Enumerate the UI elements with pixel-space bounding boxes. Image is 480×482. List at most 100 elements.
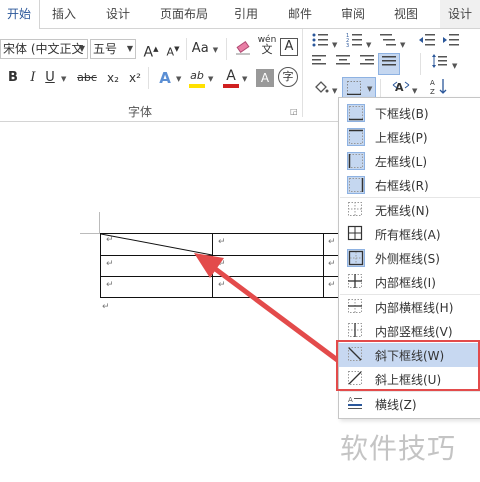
tab-mailings[interactable]: 邮件 <box>280 0 320 28</box>
menu-item-inside-borders[interactable]: 内部框线(I) <box>339 270 480 294</box>
menu-item-inside-horizontal[interactable]: 内部横框线(H) <box>339 295 480 319</box>
tab-table-design[interactable]: 设计 <box>440 0 480 28</box>
menu-item-label: 无框线(N) <box>375 204 430 218</box>
line-spacing-button[interactable] <box>428 53 450 75</box>
separator <box>420 53 421 75</box>
shrink-font-label: A <box>166 45 175 59</box>
align-right-button[interactable] <box>356 53 378 75</box>
crop-mark <box>80 233 100 234</box>
menu-item-horizontal-line[interactable]: A 横线(Z) <box>339 392 480 416</box>
clear-format-button[interactable] <box>232 38 254 60</box>
menu-item-label: 内部横框线(H) <box>375 301 454 315</box>
superscript-button[interactable]: x² <box>124 67 146 89</box>
menu-item-label: 所有框线(A) <box>375 228 441 242</box>
align-center-icon <box>336 55 350 65</box>
separator <box>226 38 227 60</box>
sort-icon: AZ <box>430 79 447 96</box>
chevron-down-icon: ▼ <box>78 44 85 53</box>
menu-item-all-borders[interactable]: 所有框线(A) <box>339 222 480 246</box>
align-center-button[interactable] <box>332 53 354 75</box>
borders-icon <box>347 81 361 95</box>
menu-item-no-border[interactable]: 无框线(N) <box>339 198 480 222</box>
chevron-down-icon[interactable]: ▼ <box>332 41 337 49</box>
text-effects-button[interactable]: A <box>154 67 176 89</box>
bullet-list-icon <box>312 33 328 47</box>
phonetic-guide-button[interactable]: wén 文 <box>256 35 278 57</box>
menu-item-left-border[interactable]: 左框线(L) <box>339 149 480 173</box>
menu-item-label: 横线(Z) <box>375 398 417 412</box>
italic-button[interactable]: I <box>22 67 44 89</box>
group-divider <box>302 29 303 117</box>
align-right-icon <box>360 55 374 65</box>
tab-home[interactable]: 开始 <box>0 0 40 30</box>
cell-mark: ↵ <box>106 259 114 269</box>
justify-icon <box>382 56 396 66</box>
text-effects-label: A <box>159 69 171 87</box>
menu-item-label: 左框线(L) <box>375 155 428 169</box>
font-color-label: A <box>226 68 236 84</box>
grow-font-button[interactable]: A▲ <box>140 38 162 61</box>
top-border-icon <box>347 128 365 146</box>
chevron-down-icon[interactable]: ▼ <box>412 87 417 95</box>
numbering-button[interactable]: 123 <box>344 33 364 55</box>
chevron-down-icon: ▼ <box>126 44 133 53</box>
increase-indent-button[interactable] <box>440 33 462 55</box>
shading-button[interactable] <box>310 79 332 101</box>
character-border-button[interactable]: A <box>280 38 298 56</box>
chevron-down-icon[interactable]: ▼ <box>400 41 405 49</box>
annotation-highlight-box <box>336 340 480 391</box>
font-size-combo[interactable]: 五号 ▼ <box>90 39 136 59</box>
font-color-button[interactable]: A <box>220 65 242 88</box>
font-size-value: 五号 <box>93 42 118 56</box>
chevron-down-icon[interactable]: ▼ <box>332 87 337 95</box>
separator <box>148 67 149 89</box>
paint-bucket-icon <box>315 81 329 93</box>
svg-text:Z: Z <box>430 88 435 95</box>
chevron-down-icon[interactable]: ▼ <box>366 41 371 49</box>
no-border-icon <box>347 201 365 219</box>
bullets-button[interactable] <box>310 33 330 55</box>
change-case-label: Aa <box>191 41 209 56</box>
watermark: 软件技巧 <box>340 432 457 465</box>
cell-mark: ↵ <box>106 235 114 245</box>
chevron-down-icon[interactable]: ▼ <box>176 75 181 83</box>
underline-button[interactable]: U <box>42 67 58 89</box>
justify-button[interactable] <box>378 53 400 75</box>
character-shading-button[interactable]: A <box>256 69 274 87</box>
highlight-button[interactable]: ab <box>186 65 208 88</box>
chevron-down-icon[interactable]: ▼ <box>452 62 457 70</box>
tab-view[interactable]: 视图 <box>386 0 426 28</box>
sort-button[interactable]: AZ <box>428 77 450 99</box>
menu-item-right-border[interactable]: 右框线(R) <box>339 173 480 197</box>
bold-button[interactable]: B <box>2 67 24 89</box>
tab-references[interactable]: 引用 <box>226 0 266 28</box>
menu-item-label: 上框线(P) <box>375 131 428 145</box>
font-name-combo[interactable]: 宋体 (中文正文 ▼ <box>0 39 88 59</box>
strikethrough-button[interactable]: abc <box>74 67 100 89</box>
chevron-down-icon[interactable]: ▼ <box>208 75 213 83</box>
shrink-font-button[interactable]: A▼ <box>162 38 184 60</box>
tab-page-layout[interactable]: 页面布局 <box>152 0 216 28</box>
menu-item-label: 内部框线(I) <box>375 276 436 290</box>
menu-item-bottom-border[interactable]: 下框线(B) <box>339 101 480 125</box>
tab-insert[interactable]: 插入 <box>44 0 84 28</box>
chevron-down-icon[interactable]: ▼ <box>242 75 247 83</box>
inside-horizontal-border-icon <box>347 298 365 316</box>
grow-font-label: A <box>143 44 154 61</box>
inside-borders-icon <box>347 273 365 291</box>
subscript-button[interactable]: x₂ <box>102 67 124 89</box>
align-left-button[interactable] <box>308 53 330 75</box>
menu-item-outside-borders[interactable]: 外侧框线(S) <box>339 246 480 270</box>
tab-review[interactable]: 审阅 <box>333 0 373 28</box>
menu-item-top-border[interactable]: 上框线(P) <box>339 125 480 149</box>
decrease-indent-button[interactable] <box>416 33 438 55</box>
dialog-launcher-icon[interactable]: ◲ <box>290 107 298 116</box>
tab-design[interactable]: 设计 <box>98 0 138 28</box>
borders-button[interactable]: ▼ <box>342 77 376 99</box>
menu-item-label: 右框线(R) <box>375 179 429 193</box>
chevron-down-icon[interactable]: ▼ <box>61 75 66 83</box>
multilevel-list-button[interactable] <box>378 33 398 55</box>
char-border-label: A <box>284 39 294 54</box>
enclose-characters-button[interactable]: 字 <box>278 67 298 87</box>
change-case-button[interactable]: Aa ▼ <box>190 38 220 60</box>
